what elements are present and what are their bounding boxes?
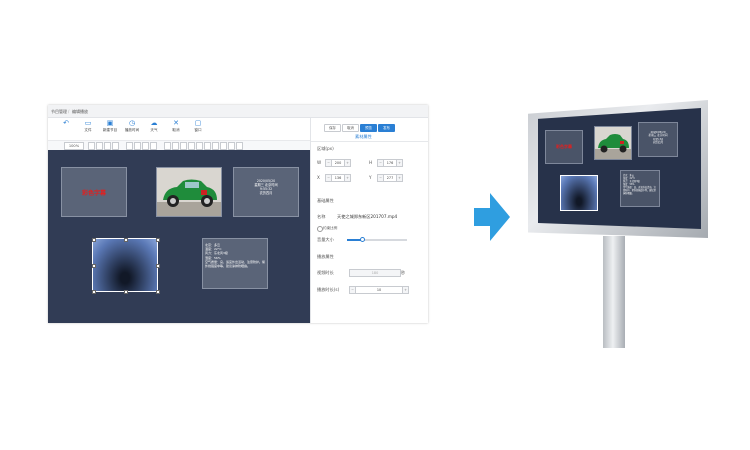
volume-label: 音量大小 xyxy=(317,237,334,242)
resize-handle[interactable] xyxy=(91,263,96,268)
undo-button[interactable]: ↶ xyxy=(56,120,76,138)
billboard-image-widget xyxy=(594,126,632,160)
car-image xyxy=(157,168,221,216)
duration-label: 视频时长 xyxy=(317,270,334,275)
h-label: H xyxy=(369,160,373,165)
x-label: X xyxy=(317,175,320,180)
marquee-text: 彩色字幕 xyxy=(81,190,106,197)
zoom-select[interactable]: 100% xyxy=(64,142,84,150)
x-stepper[interactable]: −136 + xyxy=(325,174,351,182)
layer-button[interactable] xyxy=(126,142,133,150)
plus-icon[interactable]: + xyxy=(396,160,402,166)
resize-handle[interactable] xyxy=(91,289,96,294)
new-program-icon: ▣ xyxy=(106,119,114,127)
height-stepper[interactable]: −176 + xyxy=(377,159,403,167)
weather-icon: ☁ xyxy=(150,119,158,127)
w-label: W xyxy=(317,160,322,165)
section-basic: 基础属性 xyxy=(317,198,334,203)
plus-icon[interactable]: + xyxy=(396,175,402,181)
section-region: 区域(px) xyxy=(317,146,334,151)
billboard-car-image xyxy=(595,134,631,159)
play-count-stepper[interactable]: −10 + xyxy=(349,286,409,294)
volume-slider[interactable] xyxy=(347,236,407,242)
text-widget[interactable]: 彩色字幕 xyxy=(61,167,127,217)
play-time-button[interactable]: ◷ 播放时间 xyxy=(122,120,142,138)
file-button[interactable]: ▭ 文件 xyxy=(78,120,98,138)
cancel-button[interactable]: 取消 xyxy=(342,124,359,132)
keep-ratio-label: 约束比例 xyxy=(323,226,338,230)
layer-button[interactable] xyxy=(134,142,141,150)
align-button[interactable] xyxy=(96,142,103,150)
cancel-tool-button[interactable]: ✕ 取消 xyxy=(166,120,186,138)
billboard-pole xyxy=(603,236,625,348)
align-button[interactable] xyxy=(112,142,119,150)
undo-icon: ↶ xyxy=(63,119,69,127)
folder-icon: ▭ xyxy=(84,119,92,127)
billboard-marquee-text: 彩色字幕 xyxy=(556,144,572,149)
y-stepper[interactable]: −277 + xyxy=(377,174,403,182)
arrange-button[interactable] xyxy=(164,142,171,150)
weather-button[interactable]: ☁ 天气 xyxy=(144,120,164,138)
close-icon: ✕ xyxy=(173,119,179,127)
resize-handle[interactable] xyxy=(123,289,128,294)
resize-handle[interactable] xyxy=(155,237,160,242)
resize-handle[interactable] xyxy=(91,237,96,242)
video-widget[interactable] xyxy=(91,237,160,294)
width-stepper[interactable]: −200 + xyxy=(325,159,351,167)
billboard-video-widget xyxy=(560,175,598,211)
name-value[interactable]: 天使之城郑东新区201707.mp4 xyxy=(337,214,397,220)
new-program-button[interactable]: ▣ 新建节目 xyxy=(100,120,120,138)
name-label: 名称 xyxy=(317,214,326,219)
weather-text: 北京：多云 温度：22°C 风力：东北风3级 湿度：56% 空气质量：良，适宜外… xyxy=(205,243,266,269)
editor-window: 节目管理 / 编辑播放 ↶ ▭ 文件 ▣ 新建节目 ◷ 播放时间 ☁ 天气 ✕ 取消 ▢ 窗… xyxy=(48,105,428,323)
resize-handle[interactable] xyxy=(155,263,160,268)
align-button[interactable] xyxy=(88,142,95,150)
billboard-clock-widget: 2020/05/20 星期三 北京时间 9:55:32 农历四月 xyxy=(638,122,678,157)
duration-field: 180 xyxy=(349,269,401,277)
layer-button[interactable] xyxy=(150,142,157,150)
plus-icon[interactable]: + xyxy=(344,175,350,181)
toolbar: ↶ ▭ 文件 ▣ 新建节目 ◷ 播放时间 ☁ 天气 ✕ 取消 ▢ 窗口 xyxy=(48,118,310,140)
properties-panel: 保存 取消 预览 发布 素材属性 区域(px) W −200 + H −176 + … xyxy=(310,118,428,323)
arrange-button[interactable] xyxy=(180,142,187,150)
arrange-button[interactable] xyxy=(228,142,235,150)
window-icon: ▢ xyxy=(194,119,202,127)
breadcrumb-item[interactable]: 节目管理 xyxy=(51,109,67,115)
resize-handle[interactable] xyxy=(123,237,128,242)
billboard-screen: 彩色字幕 2020/05/20 星期三 北京时间 9:55:32 农历四月 北京… xyxy=(538,108,701,229)
plus-icon[interactable]: + xyxy=(402,287,408,293)
volume-knob[interactable] xyxy=(359,236,365,242)
layer-button[interactable] xyxy=(142,142,149,150)
preview-button[interactable]: 预览 xyxy=(360,124,377,132)
arrow-right-icon xyxy=(474,193,510,241)
plus-icon[interactable]: + xyxy=(344,160,350,166)
tab-divider xyxy=(311,141,428,142)
weather-widget[interactable]: 北京：多云 温度：22°C 风力：东北风3级 湿度：56% 空气质量：良，适宜外… xyxy=(202,238,268,289)
clock-icon: ◷ xyxy=(128,119,136,127)
arrange-button[interactable] xyxy=(188,142,195,150)
billboard-weather-widget: 北京：多云 温度：22°C 风力：东北风3级 湿度：56% 空气质量：良，适宜外… xyxy=(620,170,660,207)
arrange-button[interactable] xyxy=(220,142,227,150)
breadcrumb: 节目管理 / 编辑播放 xyxy=(48,105,428,118)
y-label: Y xyxy=(369,175,372,180)
window-button[interactable]: ▢ 窗口 xyxy=(188,120,208,138)
breadcrumb-item[interactable]: 编辑播放 xyxy=(72,109,88,115)
play-count-label: 播放时长(s) xyxy=(317,287,340,292)
design-canvas[interactable]: 彩色字幕 2020/05/20 星期三 北京时间 9:55:32 农历四月 北京… xyxy=(48,150,310,323)
clock-widget[interactable]: 2020/05/20 星期三 北京时间 9:55:32 农历四月 xyxy=(233,167,299,217)
arrange-button[interactable] xyxy=(212,142,219,150)
image-widget[interactable] xyxy=(156,167,222,217)
resize-handle[interactable] xyxy=(155,289,160,294)
save-button[interactable]: 保存 xyxy=(324,124,341,132)
arrange-button[interactable] xyxy=(236,142,243,150)
publish-button[interactable]: 发布 xyxy=(378,124,395,132)
duration-unit: 秒 xyxy=(401,270,406,275)
billboard-text-widget: 彩色字幕 xyxy=(545,130,583,164)
align-button[interactable] xyxy=(104,142,111,150)
arrange-button[interactable] xyxy=(172,142,179,150)
section-play: 播放属性 xyxy=(317,254,334,259)
arrange-button[interactable] xyxy=(204,142,211,150)
arrange-button[interactable] xyxy=(196,142,203,150)
clock-lunar: 农历四月 xyxy=(259,191,273,195)
